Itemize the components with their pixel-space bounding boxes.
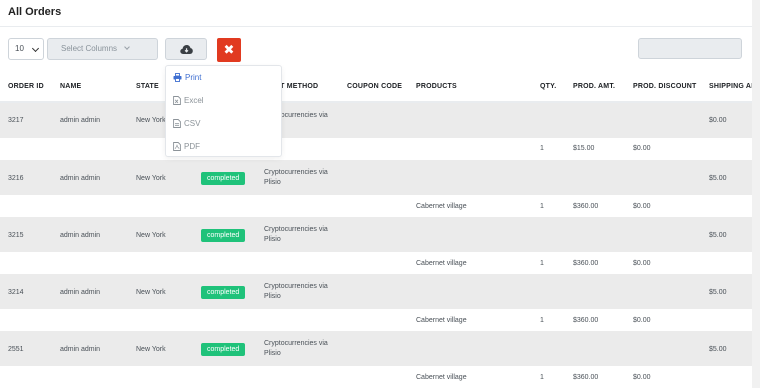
product-discount: $0.00 xyxy=(633,260,651,267)
product-name: Cabernet village xyxy=(416,374,467,381)
shipping-amount: $5.00 xyxy=(709,289,727,296)
csv-file-icon xyxy=(173,119,181,129)
menu-item-label: Excel xyxy=(184,96,204,105)
quantity: 1 xyxy=(540,145,544,152)
product-name: Cabernet village xyxy=(416,260,467,267)
quantity: 1 xyxy=(540,317,544,324)
status-badge: completed xyxy=(201,286,246,299)
col-order-id[interactable]: ORDER ID xyxy=(8,83,44,90)
product-name: Cabernet village xyxy=(416,317,467,324)
col-shipping[interactable]: SHIPPING AI xyxy=(709,83,753,90)
chevron-down-icon xyxy=(31,44,40,53)
status-badge: completed xyxy=(201,343,246,356)
order-id: 2551 xyxy=(8,346,24,353)
quantity: 1 xyxy=(540,260,544,267)
order-line-row: 1 $15.00 $0.00 xyxy=(0,138,760,160)
table-toolbar: 10 Select Columns ✖ xyxy=(0,38,760,62)
payment-method: Cryptocurrencies via Plisio xyxy=(264,340,328,357)
page-title: All Orders xyxy=(8,6,62,18)
shipping-amount: $5.00 xyxy=(709,175,727,182)
menu-item-csv[interactable]: CSV xyxy=(173,118,200,130)
col-state[interactable]: STATE xyxy=(136,83,159,90)
vertical-scrollbar[interactable] xyxy=(752,0,760,388)
clear-filters-button[interactable]: ✖ xyxy=(217,38,241,62)
page-length-select[interactable]: 10 xyxy=(8,38,44,60)
payment-method: Cryptocurrencies via Plisio xyxy=(264,169,328,186)
menu-item-print[interactable]: Print xyxy=(173,72,201,84)
export-dropdown-menu: Print Excel CSV PDF xyxy=(165,65,282,157)
payment-method: Cryptocurrencies via Plisio xyxy=(264,226,328,243)
product-name: Cabernet village xyxy=(416,203,467,210)
chevron-down-icon xyxy=(124,44,131,50)
order-row[interactable]: 3217 admin admin New York Cryptocurrenci… xyxy=(0,103,760,138)
menu-item-excel[interactable]: Excel xyxy=(173,95,204,107)
product-amount: $15.00 xyxy=(573,145,595,152)
order-line-row: Cabernet village 1 $360.00 $0.00 xyxy=(0,252,760,274)
state: New York xyxy=(136,175,166,182)
product-amount: $360.00 xyxy=(573,374,599,381)
state: New York xyxy=(136,346,166,353)
state: New York xyxy=(136,289,166,296)
customer-name: admin admin xyxy=(60,346,101,353)
order-row[interactable]: 3216 admin admin New York completed Cryp… xyxy=(0,160,760,195)
product-amount: $360.00 xyxy=(573,203,599,210)
order-row[interactable]: 3214 admin admin New York completed Cryp… xyxy=(0,274,760,309)
menu-item-label: CSV xyxy=(184,119,201,128)
order-line-row: Cabernet village 1 $360.00 $0.00 xyxy=(0,309,760,331)
table-header: ORDER ID NAME STATE ENT METHOD COUPON CO… xyxy=(0,71,760,103)
quantity: 1 xyxy=(540,374,544,381)
status-badge: completed xyxy=(201,172,246,185)
customer-name: admin admin xyxy=(60,117,101,124)
product-discount: $0.00 xyxy=(633,145,651,152)
print-icon xyxy=(173,73,182,83)
state: New York xyxy=(136,117,166,124)
select-columns-dropdown[interactable]: Select Columns xyxy=(47,38,158,60)
export-button[interactable] xyxy=(165,38,207,60)
product-discount: $0.00 xyxy=(633,374,651,381)
col-name[interactable]: NAME xyxy=(60,83,81,90)
shipping-amount: $5.00 xyxy=(709,232,727,239)
customer-name: admin admin xyxy=(60,232,101,239)
order-row[interactable]: 3215 admin admin New York completed Cryp… xyxy=(0,217,760,252)
product-amount: $360.00 xyxy=(573,317,599,324)
order-id: 3214 xyxy=(8,289,24,296)
col-qty[interactable]: QTY. xyxy=(540,83,556,90)
order-line-row: Cabernet village 1 $360.00 $0.00 xyxy=(0,366,760,388)
order-line-row: Cabernet village 1 $360.00 $0.00 xyxy=(0,195,760,217)
close-icon: ✖ xyxy=(223,42,235,57)
payment-method: Cryptocurrencies via Plisio xyxy=(264,283,328,300)
order-id: 3215 xyxy=(8,232,24,239)
quantity: 1 xyxy=(540,203,544,210)
menu-item-pdf[interactable]: PDF xyxy=(173,141,200,153)
pdf-file-icon xyxy=(173,142,181,152)
product-amount: $360.00 xyxy=(573,260,599,267)
status-badge: completed xyxy=(201,229,246,242)
customer-name: admin admin xyxy=(60,175,101,182)
excel-file-icon xyxy=(173,96,181,106)
title-divider xyxy=(0,26,752,27)
col-coupon-code[interactable]: COUPON CODE xyxy=(347,83,402,90)
order-row[interactable]: 2551 admin admin New York completed Cryp… xyxy=(0,331,760,366)
order-id: 3216 xyxy=(8,175,24,182)
search-input[interactable] xyxy=(638,38,742,59)
state: New York xyxy=(136,232,166,239)
menu-item-label: Print xyxy=(185,73,202,82)
select-columns-placeholder: Select Columns xyxy=(61,44,118,53)
col-prod-discount[interactable]: PROD. DISCOUNT xyxy=(633,83,696,90)
cloud-download-icon xyxy=(180,45,193,54)
order-id: 3217 xyxy=(8,117,24,124)
shipping-amount: $0.00 xyxy=(709,117,727,124)
product-discount: $0.00 xyxy=(633,203,651,210)
product-discount: $0.00 xyxy=(633,317,651,324)
customer-name: admin admin xyxy=(60,289,101,296)
col-products[interactable]: PRODUCTS xyxy=(416,83,457,90)
shipping-amount: $5.00 xyxy=(709,346,727,353)
page-length-value: 10 xyxy=(15,44,24,53)
col-prod-amt[interactable]: PROD. AMT. xyxy=(573,83,615,90)
menu-item-label: PDF xyxy=(184,142,200,151)
